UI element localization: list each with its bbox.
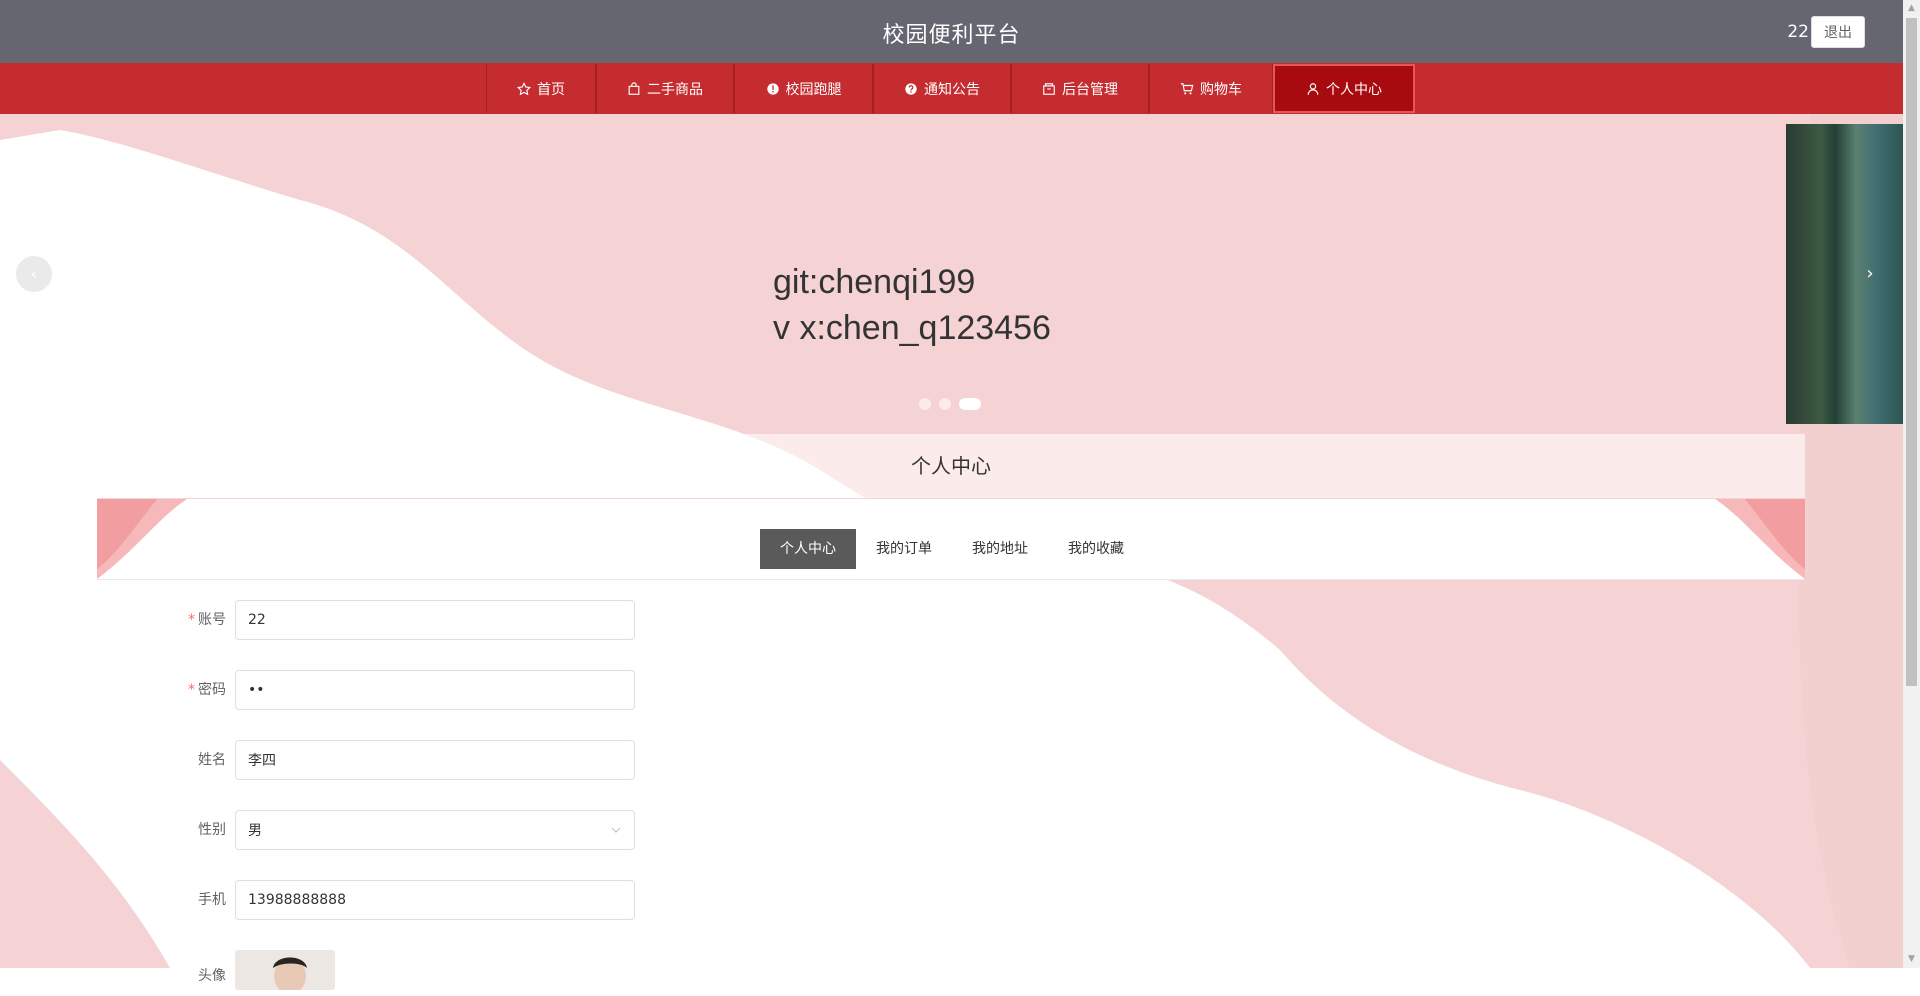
banner-carousel: git:chenqi199 v x:chen_q123456 ‹ › bbox=[0, 114, 1903, 434]
gender-label: 性别 bbox=[198, 822, 226, 838]
avatar-portrait bbox=[235, 950, 335, 990]
password-label: * 密码 bbox=[188, 670, 226, 710]
nav-label: 二手商品 bbox=[647, 81, 703, 98]
user-icon bbox=[1307, 82, 1319, 95]
section-title: 个人中心 bbox=[911, 454, 991, 478]
avatar-image[interactable] bbox=[235, 950, 335, 990]
chevron-down-icon bbox=[611, 827, 621, 833]
nav-item-admin[interactable]: 后台管理 bbox=[1011, 64, 1149, 113]
nav-label: 校园跑腿 bbox=[785, 81, 842, 98]
main-nav: 首页 二手商品 校园跑腿 通知公告 后台管理 购物车 个人中心 bbox=[0, 63, 1903, 114]
nav-item-cart[interactable]: 购物车 bbox=[1149, 64, 1273, 113]
account-label: * 账号 bbox=[188, 600, 226, 640]
password-label-text: 密码 bbox=[198, 682, 226, 698]
banner-line-1: git:chenqi199 bbox=[773, 263, 976, 301]
nav-item-notice[interactable]: 通知公告 bbox=[873, 64, 1011, 113]
carousel-next-button[interactable]: › bbox=[1852, 256, 1888, 292]
logout-button[interactable]: 退出 bbox=[1811, 16, 1865, 48]
form-row-phone: 手机 bbox=[0, 880, 640, 920]
carousel-indicators bbox=[919, 398, 981, 410]
carousel-prev-button[interactable]: ‹ bbox=[16, 256, 52, 292]
current-username: 22 bbox=[1787, 22, 1809, 42]
top-header: 校园便利平台 22 退出 bbox=[0, 0, 1903, 63]
gender-select[interactable]: 男 bbox=[235, 810, 635, 850]
nav-item-secondhand[interactable]: 二手商品 bbox=[596, 64, 734, 113]
nav-item-profile[interactable]: 个人中心 bbox=[1273, 64, 1415, 113]
nav-label: 后台管理 bbox=[1062, 81, 1118, 98]
site-title: 校园便利平台 bbox=[882, 23, 1021, 48]
cart-icon bbox=[1180, 82, 1194, 94]
account-input[interactable] bbox=[235, 600, 635, 640]
carousel-dot[interactable] bbox=[919, 398, 931, 410]
star-icon bbox=[517, 81, 531, 95]
tab-favorites[interactable]: 我的收藏 bbox=[1048, 529, 1144, 569]
scroll-down-arrow-icon[interactable]: ▼ bbox=[1903, 951, 1920, 968]
tab-orders[interactable]: 我的订单 bbox=[856, 529, 952, 569]
nav-label: 个人中心 bbox=[1326, 81, 1382, 98]
decorative-petal-right bbox=[1715, 499, 1805, 579]
name-label: 姓名 bbox=[198, 752, 226, 768]
banner-text: git:chenqi199 v x:chen_q123456 bbox=[773, 259, 1051, 351]
scroll-thumb[interactable] bbox=[1906, 18, 1917, 686]
phone-label: 手机 bbox=[198, 892, 226, 908]
form-row-password: * 密码 bbox=[0, 670, 640, 710]
profile-tabs: 个人中心 我的订单 我的地址 我的收藏 bbox=[97, 499, 1805, 580]
carousel-dot[interactable] bbox=[939, 398, 951, 410]
phone-input[interactable] bbox=[235, 880, 635, 920]
required-mark: * bbox=[188, 612, 195, 628]
bag-icon bbox=[628, 81, 640, 95]
nav-label: 购物车 bbox=[1200, 81, 1242, 98]
tab-addresses[interactable]: 我的地址 bbox=[952, 529, 1048, 569]
carousel-dot-active[interactable] bbox=[959, 398, 981, 410]
form-row-avatar: 头像 bbox=[0, 950, 640, 990]
password-input[interactable] bbox=[235, 670, 635, 710]
nav-item-home[interactable]: 首页 bbox=[486, 64, 596, 113]
banner-line-2: v x:chen_q123456 bbox=[773, 309, 1051, 347]
gender-selected-value: 男 bbox=[248, 823, 262, 839]
form-row-name: 姓名 bbox=[0, 740, 640, 780]
nav-label: 首页 bbox=[537, 81, 565, 98]
required-mark: * bbox=[188, 682, 195, 698]
section-header: 个人中心 bbox=[97, 434, 1805, 499]
page-scrollbar[interactable]: ▲ ▼ bbox=[1903, 0, 1920, 968]
name-input[interactable] bbox=[235, 740, 635, 780]
box-icon bbox=[1043, 82, 1055, 95]
account-label-text: 账号 bbox=[198, 612, 226, 628]
scroll-up-arrow-icon[interactable]: ▲ bbox=[1903, 0, 1920, 17]
question-circle-icon bbox=[905, 82, 917, 95]
tab-profile[interactable]: 个人中心 bbox=[760, 529, 856, 569]
nav-label: 通知公告 bbox=[924, 81, 980, 98]
nav-item-errand[interactable]: 校园跑腿 bbox=[734, 64, 873, 113]
info-circle-icon bbox=[766, 82, 779, 95]
decorative-petal-left bbox=[97, 499, 187, 579]
form-row-account: * 账号 bbox=[0, 600, 640, 640]
form-row-gender: 性别 男 bbox=[0, 810, 640, 850]
avatar-label: 头像 bbox=[198, 968, 226, 984]
